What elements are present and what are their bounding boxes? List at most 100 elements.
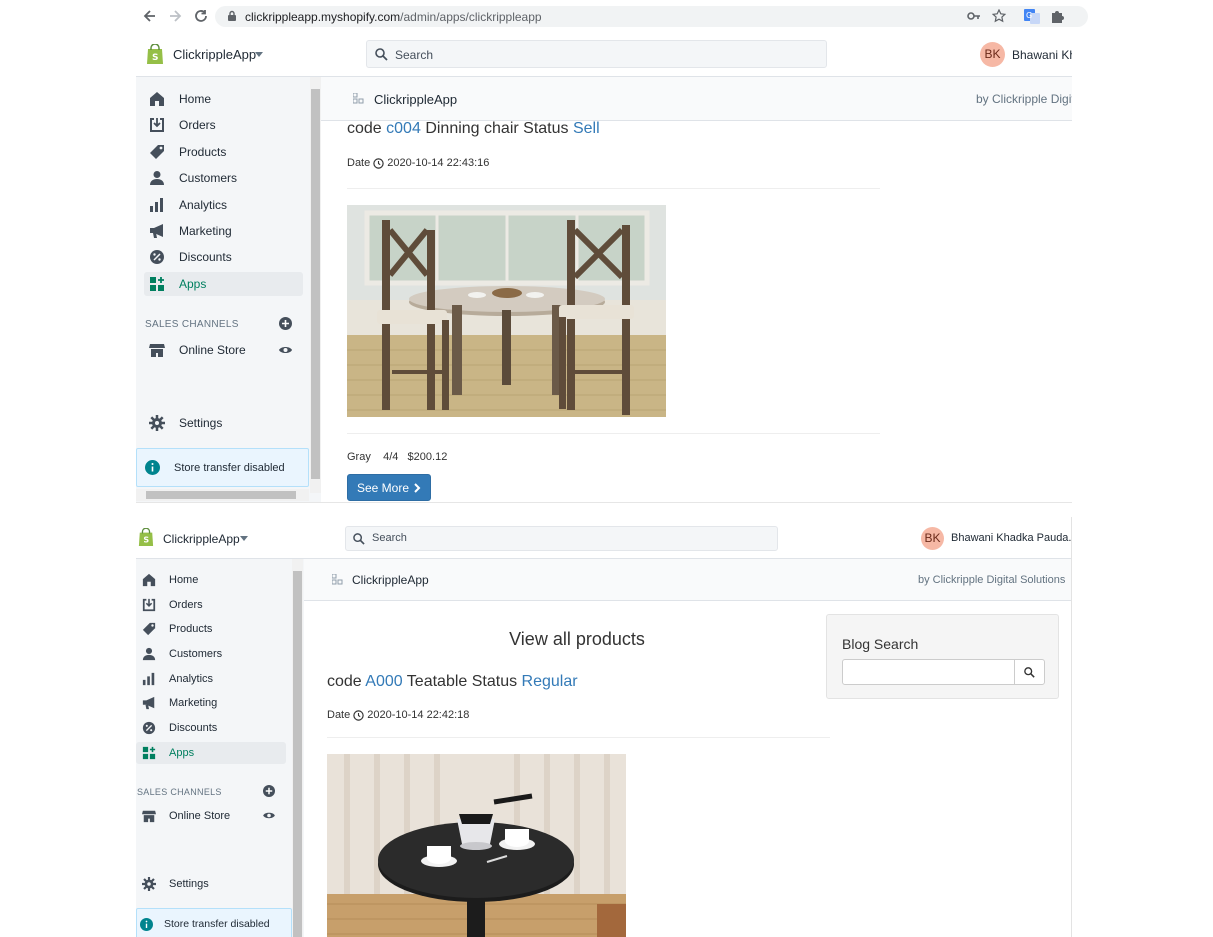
nav-item-marketing[interactable]: Marketing xyxy=(144,219,303,243)
nav-label: Analytics xyxy=(169,672,214,685)
blog-search-input[interactable] xyxy=(842,659,1015,685)
sidebar-scrollbar[interactable] xyxy=(310,77,321,493)
avatar[interactable]: BK xyxy=(980,42,1005,67)
translate-icon[interactable]: G xyxy=(1024,9,1040,24)
browser-toolbar: clickrippleapp.myshopify.com/admin/apps/… xyxy=(0,0,1213,33)
key-icon[interactable] xyxy=(967,10,981,22)
panel-right-edge xyxy=(1071,517,1072,937)
add-circle-icon[interactable] xyxy=(263,785,275,797)
extensions-icon[interactable] xyxy=(1050,9,1064,23)
person-icon xyxy=(149,170,165,186)
nav-item-discounts[interactable]: Discounts xyxy=(136,717,286,739)
nav-item-apps[interactable]: Apps xyxy=(144,271,303,296)
product-color: Gray xyxy=(347,451,371,463)
clock-icon xyxy=(373,157,384,169)
divider xyxy=(327,737,830,738)
nav-item-apps[interactable]: Apps xyxy=(136,741,286,764)
sidebar: Home Orders Products Customers Analytics… xyxy=(136,559,304,937)
search-input[interactable]: Search xyxy=(345,526,778,551)
lock-icon xyxy=(227,10,237,22)
app-grid-icon xyxy=(332,574,343,585)
store-name[interactable]: ClickrippleApp xyxy=(163,532,240,546)
product-name: Dinning chair Status xyxy=(425,120,569,137)
status-link[interactable]: Sell xyxy=(573,120,600,137)
discount-badge-icon xyxy=(141,720,157,736)
store-menu-caret-icon[interactable] xyxy=(240,536,248,541)
panel-separator xyxy=(136,502,1072,503)
nav-label: Online Store xyxy=(169,810,231,822)
nav-item-analytics[interactable]: Analytics xyxy=(136,668,286,690)
blog-search-button[interactable] xyxy=(1014,659,1045,685)
avatar[interactable]: BK xyxy=(921,527,944,550)
apps-grid-icon xyxy=(141,745,157,761)
search-icon xyxy=(353,533,365,545)
nav-item-home[interactable]: Home xyxy=(136,569,286,591)
nav-label: Products xyxy=(179,144,227,159)
nav-item-orders[interactable]: Orders xyxy=(136,594,286,616)
home-icon xyxy=(149,91,165,107)
product-code-link[interactable]: c004 xyxy=(386,120,421,137)
orders-icon xyxy=(141,597,157,613)
product-code-link[interactable]: A000 xyxy=(365,673,402,690)
nav-item-settings[interactable]: Settings xyxy=(149,411,304,435)
user-name[interactable]: Bhawani Kha xyxy=(1012,48,1072,62)
nav-item-customers[interactable]: Customers xyxy=(136,643,286,665)
nav-item-home[interactable]: Home xyxy=(144,87,303,111)
search-placeholder: Search xyxy=(395,48,434,62)
store-menu-caret-icon[interactable] xyxy=(255,52,263,57)
see-more-label: See More xyxy=(356,480,410,495)
product-image-dining-set[interactable] xyxy=(347,205,666,417)
apps-grid-icon xyxy=(149,276,165,292)
sidebar-scrollbar[interactable] xyxy=(292,559,303,937)
info-icon xyxy=(140,917,153,931)
product-image-tea-table[interactable] xyxy=(327,754,626,937)
nav-item-analytics[interactable]: Analytics xyxy=(144,193,303,217)
app-developer: by Clickripple Digita xyxy=(976,92,1072,106)
horizontal-scrollbar[interactable] xyxy=(136,489,309,501)
sidebar: Home Orders Products Customers Analytics… xyxy=(136,77,321,503)
product-meta: Gray 4/4 $200.12 xyxy=(347,451,447,463)
nav-item-marketing[interactable]: Marketing xyxy=(136,692,286,714)
date-label: Date xyxy=(347,157,371,169)
home-icon xyxy=(141,572,157,588)
see-more-button[interactable]: See More xyxy=(347,474,431,501)
reload-icon[interactable] xyxy=(192,7,210,25)
post-title: code A000 Teatable Status Regular xyxy=(327,673,578,691)
nav-item-discounts[interactable]: Discounts xyxy=(144,245,303,269)
blog-search-panel: Blog Search xyxy=(826,614,1059,699)
orders-icon xyxy=(149,117,165,133)
eye-icon[interactable] xyxy=(263,811,275,820)
shopify-bag-icon[interactable]: S xyxy=(138,528,154,547)
store-name[interactable]: ClickrippleApp xyxy=(173,47,256,62)
status-link[interactable]: Regular xyxy=(522,673,578,690)
divider xyxy=(347,433,880,434)
nav-item-products[interactable]: Products xyxy=(136,618,286,640)
tag-icon xyxy=(141,621,157,637)
date-value: 2020-10-14 22:42:18 xyxy=(367,709,470,721)
back-arrow-icon[interactable] xyxy=(141,7,159,25)
nav-label: Settings xyxy=(179,416,223,430)
shopify-bag-icon[interactable]: S xyxy=(146,44,164,65)
eye-icon[interactable] xyxy=(279,345,292,355)
nav-item-products[interactable]: Products xyxy=(144,140,303,164)
person-icon xyxy=(141,646,157,662)
view-all-products-link[interactable]: View all products xyxy=(327,629,827,650)
nav-label: Marketing xyxy=(169,697,218,710)
date-value: 2020-10-14 22:43:16 xyxy=(387,157,490,169)
nav-label: Products xyxy=(169,623,213,636)
app-header: ClickrippleApp by Clickripple Digita xyxy=(321,77,1072,121)
nav-item-customers[interactable]: Customers xyxy=(144,166,303,190)
add-circle-icon[interactable] xyxy=(279,317,292,330)
megaphone-icon xyxy=(149,223,165,239)
nav-label: Apps xyxy=(179,276,207,291)
info-icon xyxy=(145,460,160,475)
url-text[interactable]: clickrippleapp.myshopify.com/admin/apps/… xyxy=(245,10,542,24)
nav-item-orders[interactable]: Orders xyxy=(144,113,303,137)
nav-label: Home xyxy=(179,92,212,106)
forward-arrow-icon[interactable] xyxy=(166,7,184,25)
user-name[interactable]: Bhawani Khadka Pauda... xyxy=(951,532,1072,544)
search-input[interactable]: Search xyxy=(366,40,827,68)
nav-item-settings[interactable]: Settings xyxy=(141,873,286,895)
star-icon[interactable] xyxy=(992,9,1006,23)
discount-badge-icon xyxy=(149,249,165,265)
